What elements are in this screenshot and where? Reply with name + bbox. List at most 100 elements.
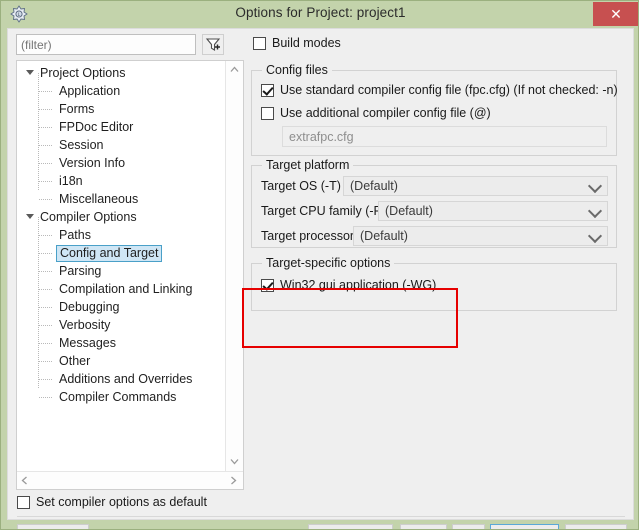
set-compiler-default-checkbox[interactable]: Set compiler options as default <box>17 495 207 509</box>
tree-item-compiler-commands[interactable]: Compiler Commands <box>17 388 227 406</box>
tree-item-paths[interactable]: Paths <box>17 226 227 244</box>
tree-item-session[interactable]: Session <box>17 136 227 154</box>
chevron-down-icon <box>587 178 603 194</box>
footer-divider <box>17 516 625 517</box>
test-button[interactable]: Test <box>400 524 447 529</box>
tree-item-label: Paths <box>59 228 91 242</box>
tree-item-forms[interactable]: Forms <box>17 100 227 118</box>
tree-item-label: Additions and Overrides <box>59 372 193 386</box>
tree-item-label: Compiler Commands <box>59 390 177 404</box>
tree-item-config-and-target[interactable]: Config and Target <box>17 244 227 262</box>
chevron-right-icon[interactable] <box>230 476 237 488</box>
tree-item-messages[interactable]: Messages <box>17 334 227 352</box>
tree-item-verbosity[interactable]: Verbosity <box>17 316 227 334</box>
target-cpu-select[interactable]: (Default) <box>378 201 608 221</box>
title-bar: L Options for Project: project1 ✕ <box>1 1 638 28</box>
checkbox-box <box>261 83 274 97</box>
tree-item-label-wrap: Verbosity <box>17 318 110 332</box>
tree-item-label-wrap: Application <box>17 84 120 98</box>
tree-item-label-wrap: Compiler Options <box>17 210 137 224</box>
tree-item-label-wrap: Debugging <box>17 300 119 314</box>
tree-item-i18n[interactable]: i18n <box>17 172 227 190</box>
tree-item-label: Miscellaneous <box>59 192 139 206</box>
target-specific-options-group: Target-specific options Win32 gui applic… <box>251 256 617 311</box>
tree-item-debugging[interactable]: Debugging <box>17 298 227 316</box>
additional-config-path-input[interactable]: extrafpc.cfg <box>282 126 607 147</box>
tree-item-label-wrap: Paths <box>17 228 91 242</box>
cancel-button[interactable]: Cancel <box>565 524 627 529</box>
tree-item-label-wrap: Other <box>17 354 90 368</box>
tree-item-label: Session <box>59 138 104 152</box>
set-compiler-default-label: Set compiler options as default <box>36 495 207 509</box>
config-files-group: Config files Use standard compiler confi… <box>251 63 618 156</box>
show-options-button[interactable]: Show Options <box>308 524 393 529</box>
ok-button[interactable]: OK <box>490 524 559 529</box>
tree-item-label-wrap: Config and Target <box>17 245 163 262</box>
filter-area <box>16 34 224 55</box>
use-additional-config-checkbox[interactable]: Use additional compiler config file (@) <box>261 106 491 120</box>
tree-item-label-wrap: Parsing <box>17 264 101 278</box>
close-icon[interactable]: ✕ <box>593 2 638 26</box>
tree-item-label: Parsing <box>59 264 102 278</box>
chevron-left-icon[interactable] <box>21 476 28 488</box>
tree-item-label-wrap: Version Info <box>17 156 125 170</box>
target-processor-label: Target processor <box>261 229 355 243</box>
tree-item-miscellaneous[interactable]: Miscellaneous <box>17 190 227 208</box>
tree-item-label: i18n <box>59 174 83 188</box>
tree-item-label: Compiler Options <box>40 210 137 224</box>
target-cpu-label: Target CPU family (-P) <box>261 204 387 218</box>
tree-item-label: Project Options <box>40 66 126 80</box>
options-dialog-window: L Options for Project: project1 ✕ Build … <box>0 0 639 530</box>
chevron-up-icon[interactable] <box>230 65 239 76</box>
win32-gui-application-checkbox[interactable]: Win32 gui application (-WG) <box>261 278 436 292</box>
tree-item-project-options[interactable]: Project Options <box>17 64 227 82</box>
chevron-down-icon[interactable] <box>230 457 239 468</box>
target-specific-title: Target-specific options <box>262 256 395 270</box>
tree-item-label: Messages <box>59 336 116 350</box>
config-files-title: Config files <box>262 63 332 77</box>
use-standard-config-checkbox[interactable]: Use standard compiler config file (fpc.c… <box>261 83 618 97</box>
target-os-label: Target OS (-T) <box>261 179 341 193</box>
target-cpu-value: (Default) <box>385 204 433 218</box>
build-modes-label: Build modes <box>272 36 341 50</box>
tree-item-label: Application <box>59 84 121 98</box>
more-button[interactable]: ... <box>452 524 485 529</box>
filter-funnel-icon[interactable] <box>202 34 224 55</box>
options-tree-panel[interactable]: Project Options Application Forms FPDoc Edi… <box>16 60 244 490</box>
tree-item-fpdoc-editor[interactable]: FPDoc Editor <box>17 118 227 136</box>
tree-item-application[interactable]: Application <box>17 82 227 100</box>
tree-item-label: Version Info <box>59 156 126 170</box>
tree-item-label-wrap: i18n <box>17 174 83 188</box>
target-platform-group: Target platform Target OS (-T) (Default)… <box>251 158 617 248</box>
target-os-select[interactable]: (Default) <box>343 176 608 196</box>
dialog-client-area: Build modes Project Options Application Fo… <box>7 28 634 529</box>
tree-item-label: Debugging <box>59 300 120 314</box>
target-processor-select[interactable]: (Default) <box>353 226 608 246</box>
tree-item-parsing[interactable]: Parsing <box>17 262 227 280</box>
help-button[interactable]: Help <box>17 524 89 529</box>
tree-item-additions-and-overrides[interactable]: Additions and Overrides <box>17 370 227 388</box>
tree-item-label-wrap: Session <box>17 138 103 152</box>
use-additional-config-label: Use additional compiler config file (@) <box>280 106 491 120</box>
tree-item-label-wrap: Project Options <box>17 66 125 80</box>
tree-item-version-info[interactable]: Version Info <box>17 154 227 172</box>
build-modes-checkbox[interactable]: Build modes <box>253 36 341 50</box>
tree-item-other[interactable]: Other <box>17 352 227 370</box>
checkbox-box <box>261 106 274 120</box>
options-tree[interactable]: Project Options Application Forms FPDoc Edi… <box>17 61 227 473</box>
checkbox-box <box>253 36 266 50</box>
tree-horizontal-scrollbar[interactable] <box>17 471 243 489</box>
filter-input[interactable] <box>16 34 196 55</box>
chevron-down-icon <box>587 228 603 244</box>
checkbox-box <box>17 495 30 509</box>
tree-item-compiler-options[interactable]: Compiler Options <box>17 208 227 226</box>
tree-vertical-scrollbar[interactable] <box>225 61 243 472</box>
tree-item-label-wrap: Messages <box>17 336 116 350</box>
win32-gui-application-label: Win32 gui application (-WG) <box>280 278 437 292</box>
tree-item-label: Config and Target <box>56 245 163 262</box>
tree-item-compilation-and-linking[interactable]: Compilation and Linking <box>17 280 227 298</box>
tree-item-label: Forms <box>59 102 95 116</box>
tree-item-label: FPDoc Editor <box>59 120 134 134</box>
tree-item-label-wrap: Compilation and Linking <box>17 282 192 296</box>
target-platform-title: Target platform <box>262 158 354 172</box>
